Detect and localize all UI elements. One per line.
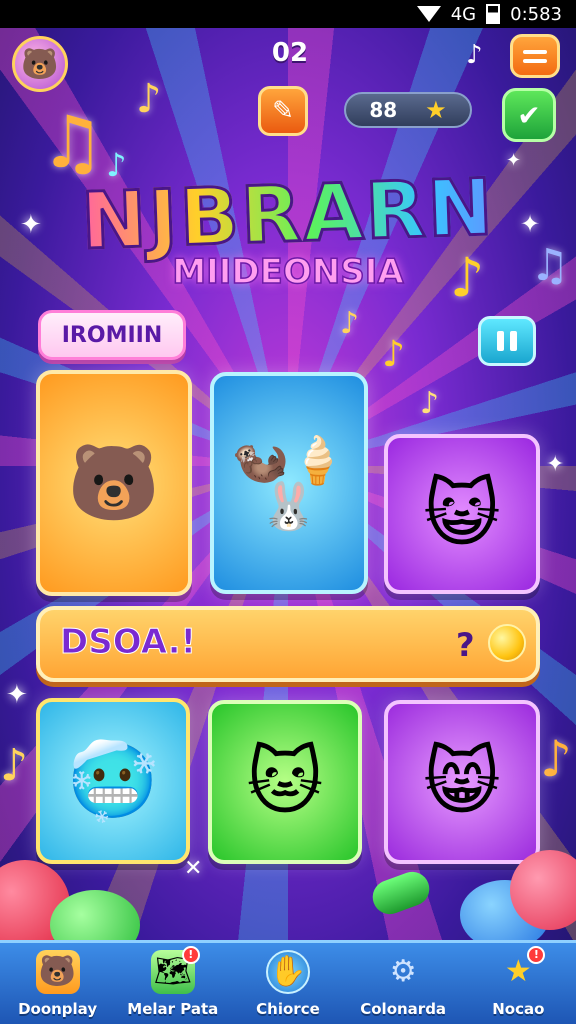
blue-blob-icon: 🥶 <box>66 738 160 824</box>
banner-count: ? <box>456 626 475 664</box>
status-bar: 4G 0:583 <box>0 0 576 28</box>
hand-circle-icon: ✋ <box>265 949 310 994</box>
edit-button[interactable]: ✎ <box>258 86 308 136</box>
clock: 0:583 <box>510 3 562 25</box>
hamburger-menu-icon <box>523 49 547 54</box>
leaf-shape <box>367 867 435 919</box>
sparkle-icon: ✦ <box>546 452 565 477</box>
nav-label: Melar Pata <box>127 999 219 1018</box>
section-tab[interactable]: IROMIIN <box>38 310 186 360</box>
sparkle-icon: ✦ <box>520 210 541 238</box>
music-note-icon: ♪ <box>340 306 360 341</box>
music-note-icon: ♪ <box>450 246 485 309</box>
nav-item-colonarda[interactable]: ⚙ Colonarda <box>348 944 458 1024</box>
decorative-balloons <box>0 850 576 960</box>
wifi-icon <box>416 6 441 22</box>
stars-counter: 88 ★ <box>344 92 472 128</box>
sparkle-icon: ✦ <box>6 680 28 710</box>
nav-label: Nocao <box>492 999 545 1018</box>
network-indicator: 4G <box>450 3 477 25</box>
bear-star-icon: 🐻 <box>35 949 80 994</box>
orange-cat-icon: 😸 <box>423 739 501 825</box>
yellow-cat-icon: 😺 <box>423 471 501 557</box>
cat-blob-card[interactable]: 😺 <box>384 434 540 594</box>
banner-text: DSOA.! <box>59 622 197 663</box>
music-note-icon: ♪ <box>420 386 440 421</box>
music-note-icon: ♪ <box>540 730 572 788</box>
level-counter: 02 <box>271 38 309 68</box>
music-note-icon: ♫ <box>530 240 570 291</box>
progress-banner[interactable]: DSOA.! ? <box>36 606 540 682</box>
notification-badge: ! <box>527 945 546 964</box>
white-cat-icon: 🐱 <box>246 739 324 825</box>
nav-item-melar-pata[interactable]: 🗺 ! Melar Pata <box>118 944 228 1024</box>
stars-count: 88 <box>369 98 398 122</box>
pause-icon <box>497 331 504 351</box>
dancing-bear-icon: 🐻 <box>67 440 161 526</box>
music-note-icon: ♪ <box>0 740 29 791</box>
forest-animals-card[interactable]: 🦦🍦🐰 <box>210 372 368 594</box>
pencil-icon: ✎ <box>272 96 294 126</box>
game-subtitle: MIIDEONSIA <box>172 251 405 293</box>
bear-card[interactable]: 🐻 <box>36 370 192 596</box>
star-icon: ★ <box>425 96 447 124</box>
nav-item-doonplay[interactable]: 🐻 Doonplay <box>3 944 113 1024</box>
avatar[interactable]: 🐻 <box>12 36 68 92</box>
check-icon: ✔ <box>517 98 541 132</box>
sparkle-icon: ✦ <box>20 210 42 240</box>
battery-icon <box>486 4 501 24</box>
pause-icon-bar <box>510 331 517 351</box>
nav-label: Doonplay <box>18 999 98 1018</box>
animals-cone-icon: 🦦🍦🐰 <box>231 433 347 533</box>
music-note-icon: ♪ <box>136 76 162 122</box>
bottom-nav: 🐻 Doonplay 🗺 ! Melar Pata ✋ Chiorce ⚙ Co… <box>0 940 576 1024</box>
nav-item-chiorce[interactable]: ✋ Chiorce <box>233 944 343 1024</box>
bear-avatar-icon: 🐻 <box>21 46 59 82</box>
nav-item-nocao[interactable]: ★ ! Nocao <box>463 944 573 1024</box>
coin-icon <box>488 624 526 662</box>
orange-cat-card[interactable]: 😸 <box>384 700 540 864</box>
music-note-icon: ♫ <box>40 100 105 184</box>
music-note-icon: ♪ <box>382 334 405 375</box>
confirm-button[interactable]: ✔ <box>502 88 556 142</box>
gear-icon: ⚙ <box>389 953 417 989</box>
white-cat-card[interactable]: 🐱 <box>208 700 362 864</box>
menu-button[interactable] <box>510 34 560 78</box>
pause-button[interactable] <box>478 316 536 366</box>
notification-badge: ! <box>181 945 200 964</box>
nav-label: Chiorce <box>256 999 320 1018</box>
blue-blob-card[interactable]: 🥶 <box>36 698 190 864</box>
nav-label: Colonarda <box>360 999 447 1018</box>
hamburger-line <box>523 58 547 63</box>
music-note-icon[interactable]: ♪ <box>466 40 483 70</box>
section-label: IROMIIN <box>61 322 163 348</box>
